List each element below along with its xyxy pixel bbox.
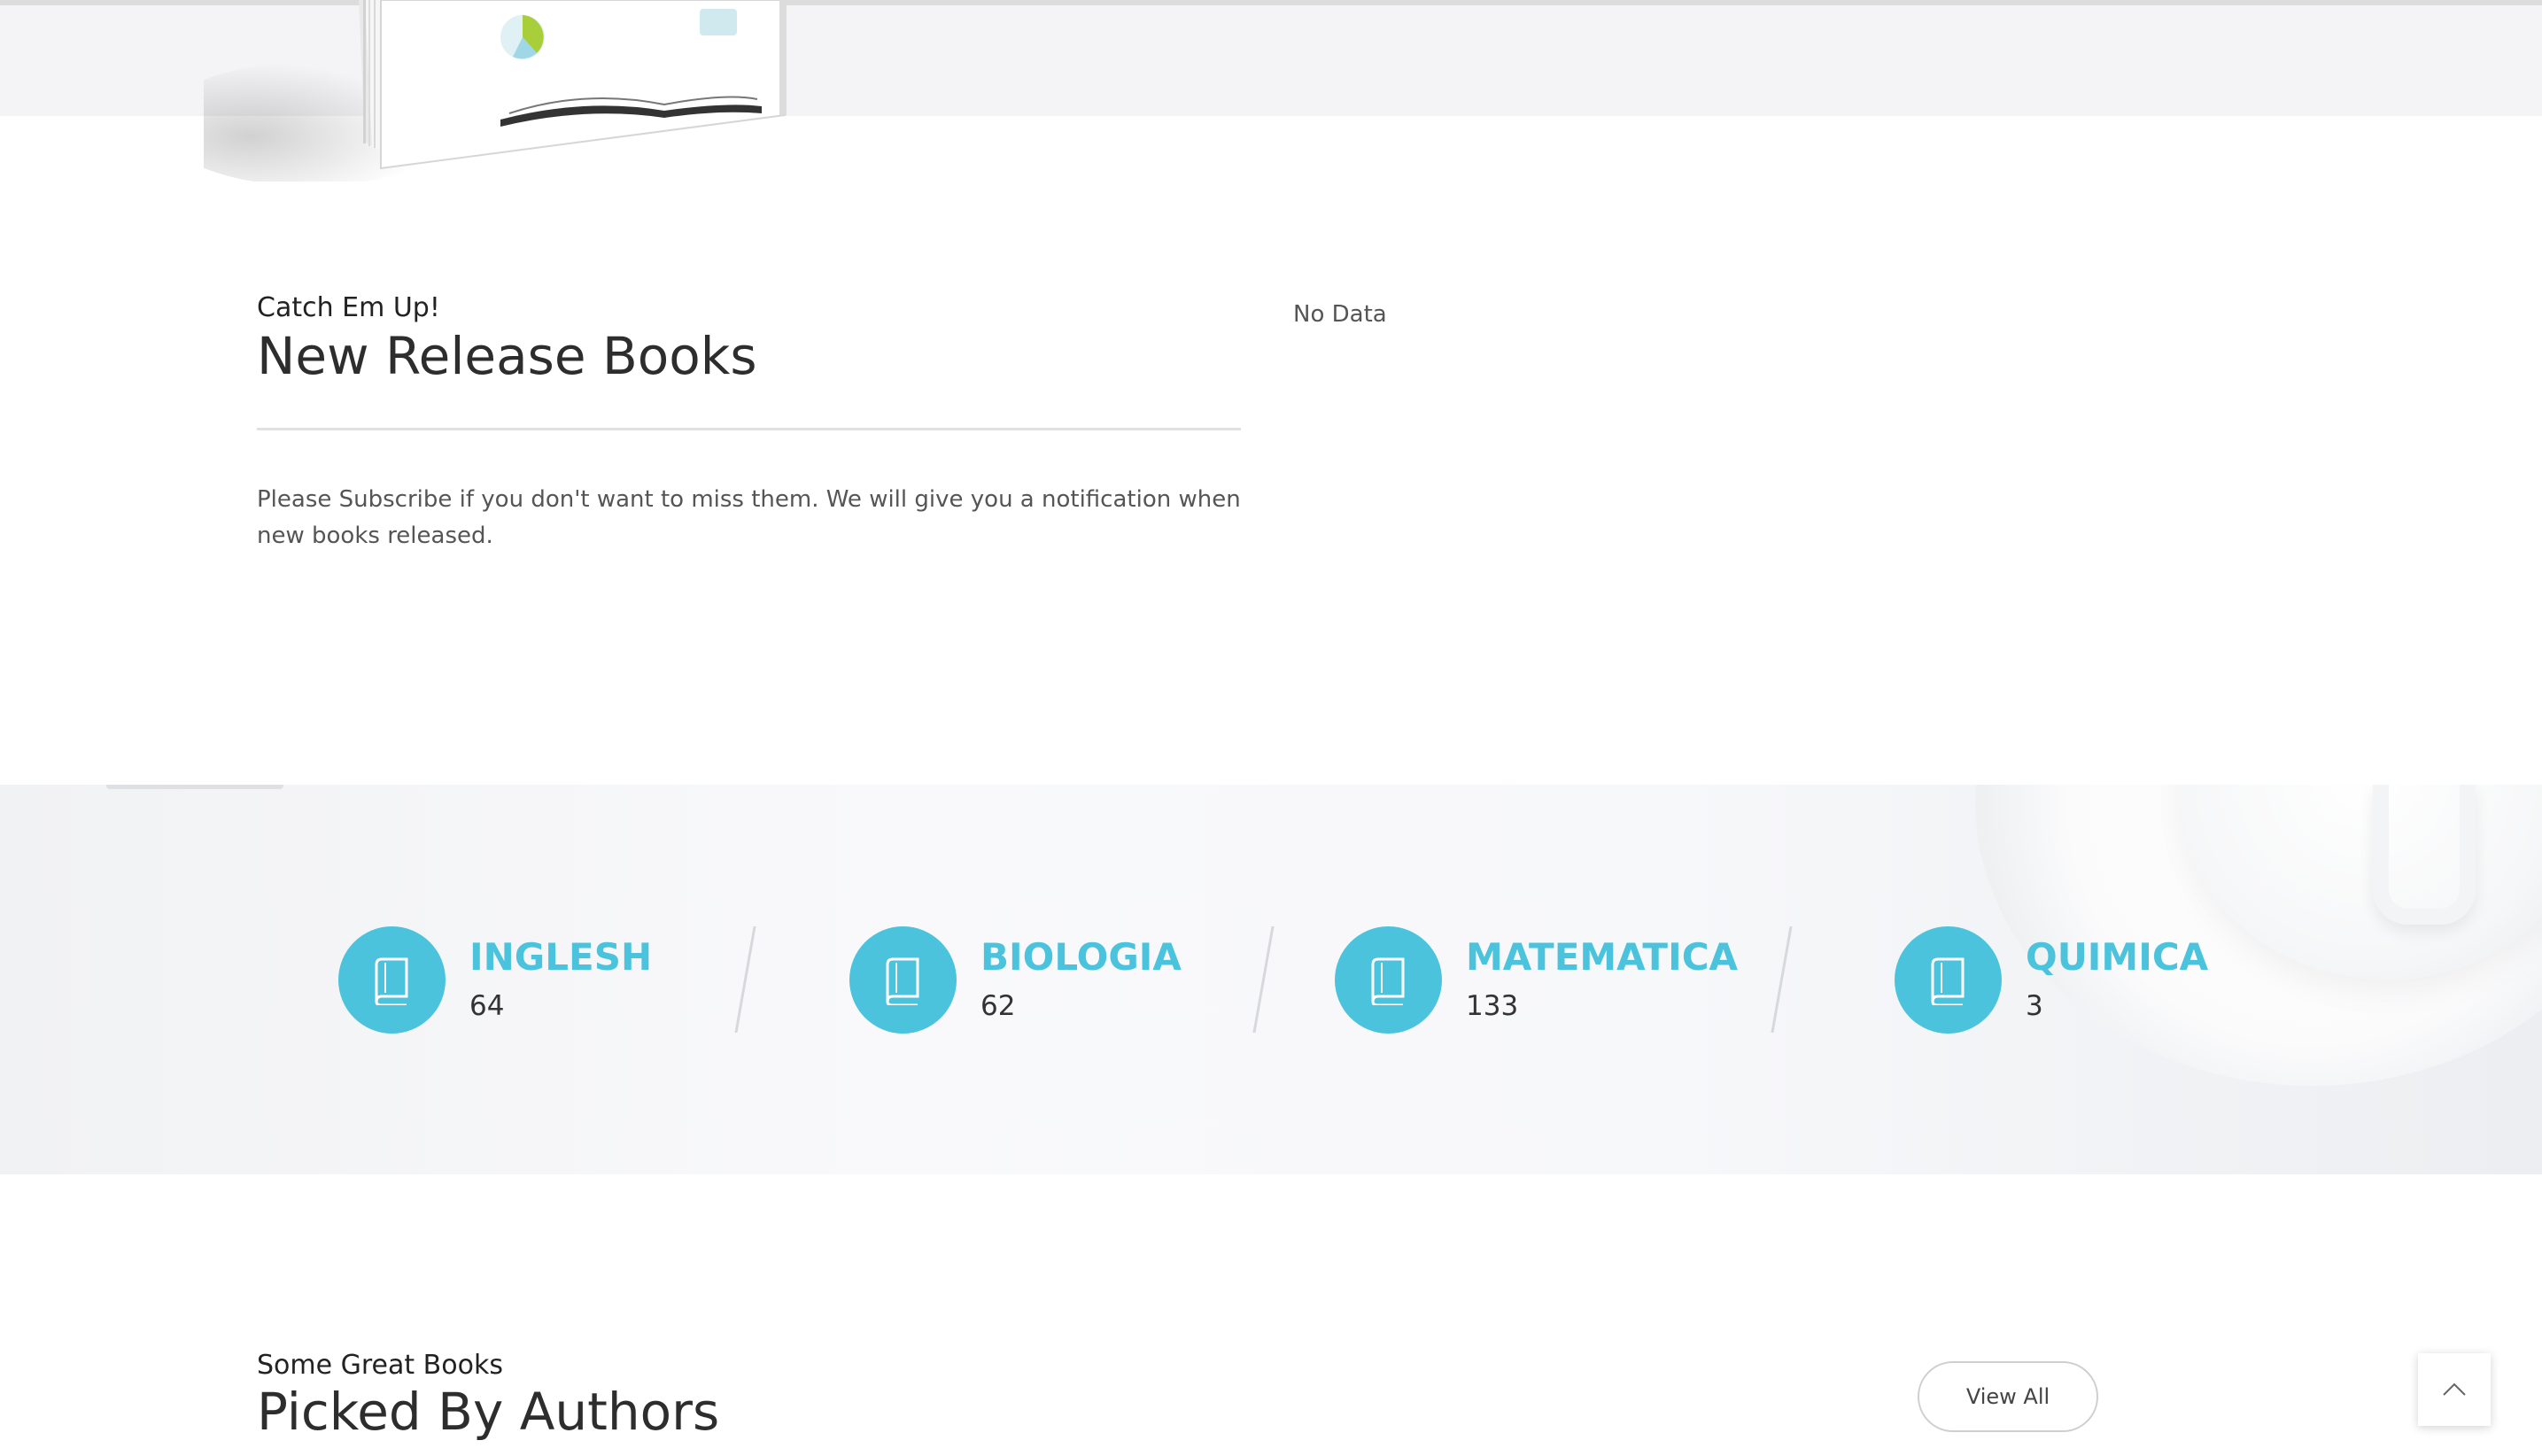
category-name: INGLESH — [469, 935, 653, 979]
category-circle — [338, 926, 446, 1034]
title-divider — [257, 428, 1241, 430]
cup-handle-decoration — [2373, 785, 2476, 925]
category-stats-band: INGLESH 64 BIOLOGIA 62 MATEMATICA 133 QU… — [0, 785, 2542, 1174]
picked-eyebrow: Some Great Books — [257, 1350, 503, 1381]
book-icon — [1370, 957, 1404, 1005]
subscribe-description: Please Subscribe if you don't want to mi… — [257, 486, 1241, 549]
chevron-up-icon — [2443, 1382, 2466, 1396]
back-to-top-button[interactable] — [2418, 1353, 2491, 1426]
stat-separator — [1252, 926, 1275, 1033]
category-circle — [1895, 926, 2002, 1034]
category-count: 62 — [980, 990, 1016, 1022]
book-icon — [374, 957, 407, 1005]
picked-title: Picked By Authors — [257, 1382, 720, 1442]
category-name: QUIMICA — [2026, 935, 2209, 979]
new-release-eyebrow: Catch Em Up! — [257, 292, 440, 323]
category-count: 133 — [1466, 990, 1519, 1022]
pen-decoration — [106, 785, 283, 789]
category-count: 64 — [469, 990, 505, 1022]
book-icon — [885, 957, 918, 1005]
category-name: MATEMATICA — [1466, 935, 1739, 979]
category-circle — [1335, 926, 1442, 1034]
book-stack-image — [204, 0, 787, 182]
view-all-button[interactable]: View All — [1918, 1361, 2098, 1432]
category-count: 3 — [2026, 990, 2043, 1022]
stat-separator — [1771, 926, 1793, 1033]
stat-separator — [734, 926, 756, 1033]
new-release-title: New Release Books — [257, 326, 757, 386]
book-icon — [1930, 957, 1964, 1005]
category-name: BIOLOGIA — [980, 935, 1182, 979]
category-circle — [849, 926, 957, 1034]
new-release-empty-state: No Data — [1293, 301, 1387, 328]
